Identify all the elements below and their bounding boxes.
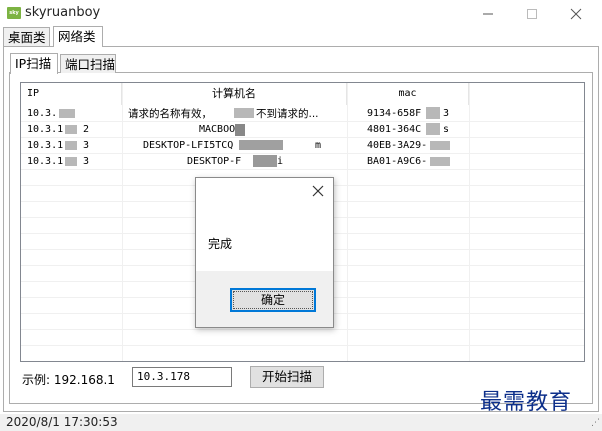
- watermark-logo: 最需教育: [480, 390, 573, 415]
- tab-desktop[interactable]: 桌面类: [3, 27, 50, 46]
- dialog-message: 完成: [208, 237, 233, 251]
- minimize-icon: [483, 13, 493, 15]
- cell-mac: 4801-364C: [367, 124, 422, 135]
- status-bar: 2020/8/1 17:30:53 ⋰: [0, 414, 602, 431]
- dialog-ok-button[interactable]: 确定: [230, 288, 316, 312]
- dialog-close-button[interactable]: [309, 182, 327, 200]
- cell-ip: 10.3.1: [27, 140, 64, 151]
- cell-ip-rest: 3: [83, 140, 90, 151]
- column-header-computer-name[interactable]: 计算机名: [122, 83, 347, 105]
- cell-mac: 9134-658F: [367, 108, 422, 119]
- table-row[interactable]: 10.3.1 2 MACBOO 4801-364C s: [21, 122, 584, 138]
- tab-network[interactable]: 网络类: [53, 26, 103, 47]
- cell-computer-name-rest: i: [277, 156, 284, 167]
- cell-computer-name: MACBOO: [199, 124, 236, 135]
- table-row[interactable]: 10.3.1 3 DESKTOP-LFI5TCQ m 40EB-3A29-: [21, 138, 584, 154]
- tab-port-scan[interactable]: 端口扫描: [60, 54, 116, 73]
- table-header: IP 计算机名 mac: [21, 83, 584, 105]
- cell-ip: 10.3.: [27, 108, 58, 119]
- start-scan-button[interactable]: 开始扫描: [250, 366, 324, 388]
- minimize-button[interactable]: [466, 0, 510, 28]
- table-row[interactable]: 10.3.1 3 DESKTOP-F i BA01-A9C6-: [21, 154, 584, 170]
- cell-mac-rest: s: [443, 124, 450, 135]
- maximize-icon: [527, 9, 537, 19]
- ip-prefix-input[interactable]: 10.3.178: [132, 367, 232, 387]
- close-icon: [570, 8, 582, 20]
- cell-computer-name: DESKTOP-LFI5TCQ: [143, 140, 234, 151]
- completion-dialog: 完成 确定: [195, 177, 334, 328]
- window-title: skyruanboy: [25, 5, 101, 20]
- maximize-button[interactable]: [510, 0, 554, 28]
- cell-computer-name: 请求的名称有效，: [128, 108, 212, 120]
- cell-ip-rest: 2: [83, 124, 90, 135]
- title-bar: sky skyruanboy: [0, 0, 602, 28]
- dialog-footer: 确定: [196, 271, 333, 327]
- cell-ip: 10.3.1: [27, 156, 64, 167]
- cell-computer-name-rest: 不到请求的...: [256, 108, 319, 120]
- cell-computer-name-rest: m: [315, 140, 322, 151]
- app-logo-icon: sky: [7, 7, 21, 19]
- cell-mac: 40EB-3A29-: [367, 140, 428, 151]
- status-datetime: 2020/8/1 17:30:53: [6, 415, 118, 429]
- column-header-mac[interactable]: mac: [347, 83, 469, 105]
- close-button[interactable]: [554, 0, 598, 28]
- cell-ip: 10.3.1: [27, 124, 64, 135]
- example-label: 示例: 192.168.1: [22, 373, 115, 387]
- close-icon: [312, 185, 324, 197]
- cell-ip-rest: 3: [83, 156, 90, 167]
- resize-grip-icon[interactable]: ⋰: [591, 418, 600, 428]
- cell-computer-name: DESKTOP-F: [187, 156, 242, 167]
- tab-ip-scan[interactable]: IP扫描: [10, 53, 58, 74]
- cell-mac: BA01-A9C6-: [367, 156, 428, 167]
- column-header-ip[interactable]: IP: [21, 83, 122, 105]
- table-row[interactable]: 10.3. 请求的名称有效， 不到请求的... 9134-658F 3: [21, 106, 584, 122]
- cell-mac-rest: 3: [443, 108, 450, 119]
